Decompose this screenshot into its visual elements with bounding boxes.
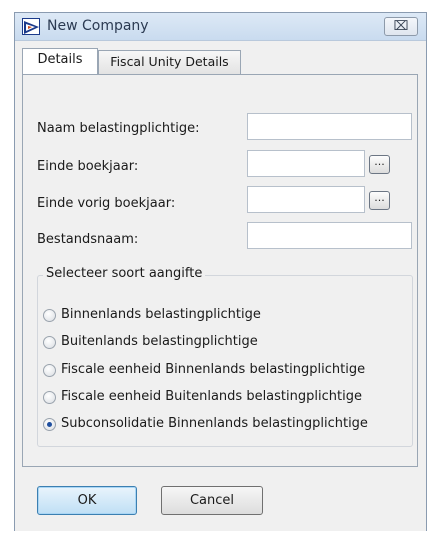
radio-label: Buitenlands belastingplichtige — [61, 334, 258, 349]
radio-button[interactable] — [43, 336, 56, 349]
radio-button-selected[interactable] — [43, 418, 56, 431]
tab-details-label: Details — [37, 52, 83, 67]
bestandsnaam-label: Bestandsnaam: — [37, 232, 139, 247]
einde-boekjaar-input[interactable] — [247, 150, 365, 177]
radio-label: Subconsolidatie Binnenlands belastingpli… — [61, 416, 368, 431]
ellipsis-icon: ... — [374, 155, 385, 168]
details-panel: Naam belastingplichtige: Einde boekjaar:… — [22, 74, 418, 467]
close-icon: ⌧ — [393, 19, 409, 34]
ok-button-label: OK — [77, 493, 97, 508]
bestandsnaam-input[interactable] — [247, 222, 412, 249]
window-title: New Company — [47, 18, 149, 34]
einde-vorig-boekjaar-input[interactable] — [247, 186, 365, 213]
radio-label: Binnenlands belastingplichtige — [61, 307, 261, 322]
close-button[interactable]: ⌧ — [384, 17, 418, 36]
tab-details[interactable]: Details — [22, 48, 98, 75]
cancel-button[interactable]: Cancel — [161, 486, 263, 515]
new-company-dialog: New Company ⌧ Details Fiscal Unity Detai… — [14, 12, 427, 531]
einde-vorig-boekjaar-label: Einde vorig boekjaar: — [37, 196, 176, 211]
cancel-button-label: Cancel — [189, 493, 235, 508]
radio-button[interactable] — [43, 309, 56, 322]
tab-fiscal-unity-details[interactable]: Fiscal Unity Details — [98, 50, 241, 74]
einde-boekjaar-label: Einde boekjaar: — [37, 159, 139, 174]
naam-label: Naam belastingplichtige: — [37, 121, 200, 136]
einde-vorig-boekjaar-browse-button[interactable]: ... — [369, 191, 390, 210]
einde-boekjaar-browse-button[interactable]: ... — [369, 155, 390, 174]
naam-belastingplichtige-input[interactable] — [247, 113, 412, 140]
app-logo-icon — [22, 18, 40, 35]
radio-label: Fiscale eenheid Binnenlands belastingpli… — [61, 362, 366, 377]
radio-button[interactable] — [43, 391, 56, 404]
tab-fiscal-unity-details-label: Fiscal Unity Details — [110, 54, 229, 69]
title-bar[interactable]: New Company ⌧ — [15, 13, 426, 41]
aangifte-group-title: Selecteer soort aangifte — [43, 266, 206, 281]
radio-button[interactable] — [43, 364, 56, 377]
ellipsis-icon: ... — [374, 191, 385, 204]
ok-button[interactable]: OK — [37, 486, 137, 515]
radio-label: Fiscale eenheid Buitenlands belastingpli… — [61, 389, 362, 404]
